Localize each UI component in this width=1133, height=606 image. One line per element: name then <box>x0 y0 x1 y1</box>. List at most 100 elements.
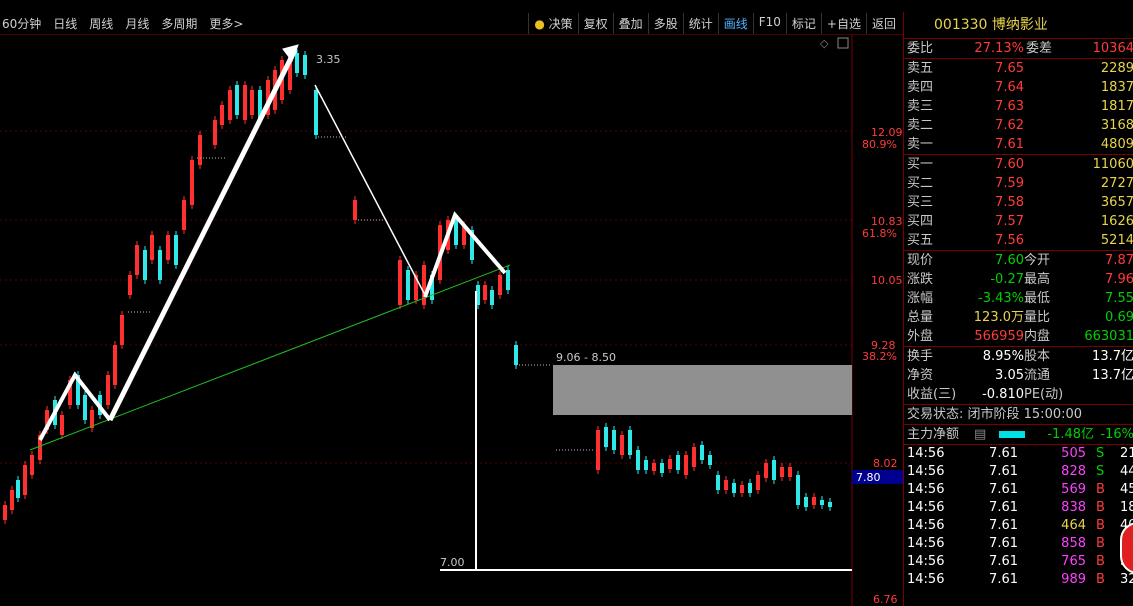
decision-button[interactable]: ● 决策 <box>528 13 577 34</box>
chart-toolbar: 60分钟 日线 周线 月线 多周期 更多> ● 决策 复权 叠加 多股 统计 画… <box>0 12 903 35</box>
tick-row: 14:56 7.61 989 B 32 <box>904 571 1133 589</box>
diamond-icon[interactable]: ◇ <box>820 37 829 50</box>
ask-row: 卖四 7.64 1837 <box>904 78 1133 97</box>
tick-side: B <box>1096 482 1105 497</box>
tick-vol: 569 <box>1061 482 1086 497</box>
axis-pct-0: 80.9% <box>862 138 897 151</box>
tick-vol: 828 <box>1061 464 1086 479</box>
tick-extra: 44 <box>1120 464 1133 479</box>
stat-label-1: 换手 <box>907 349 934 364</box>
tick-side: S <box>1096 446 1105 461</box>
quote-row: 涨幅 -3.43% 最低 7.55 <box>904 289 1133 308</box>
ask-vol: 1817 <box>1100 99 1133 114</box>
trade-status: 交易状态: 闭市阶段 15:00:00 <box>904 404 1133 424</box>
mark-button[interactable]: 标记 <box>785 13 821 34</box>
tick-row: 14:56 7.61 569 B 45 <box>904 481 1133 499</box>
tick-vol: 505 <box>1061 446 1086 461</box>
stat-label-2: 股本 <box>1024 349 1051 364</box>
bulb-icon: ● <box>534 17 545 31</box>
window-icon[interactable] <box>837 37 849 49</box>
stat-label-1: 收益(三) <box>907 387 957 402</box>
bid-vol: 11060 <box>1092 157 1133 172</box>
tick-price: 7.61 <box>989 554 1018 569</box>
bid-label: 买一 <box>907 157 934 172</box>
tick-time: 14:56 <box>907 572 945 587</box>
period-month-button[interactable]: 月线 <box>125 15 149 32</box>
zone-label: 9.06 - 8.50 <box>556 351 616 364</box>
ask-row: 卖一 7.61 4809 <box>904 135 1133 154</box>
high-label: 3.35 <box>316 53 341 66</box>
bid-price: 7.58 <box>995 195 1024 210</box>
add-watchlist-button[interactable]: +自选 <box>820 13 866 34</box>
multi-period-button[interactable]: 多周期 <box>161 15 197 32</box>
tick-row: 14:567.61858B14 <box>904 535 1133 553</box>
ask-label: 卖一 <box>907 137 934 152</box>
tick-price: 7.61 <box>989 464 1018 479</box>
stock-title: 001330 博纳影业 <box>904 12 1133 39</box>
quote-label-1: 总量 <box>907 310 934 325</box>
tick-row: 14:56 7.61 505 S 21 <box>904 445 1133 463</box>
ask-label: 卖五 <box>907 61 934 76</box>
tick-side: B <box>1096 518 1105 533</box>
tick-price: 7.61 <box>989 500 1018 515</box>
draw-button[interactable]: 画线 <box>717 13 753 34</box>
ask-row: 卖五 7.65 2289 <box>904 59 1133 78</box>
bid-price: 7.60 <box>995 157 1024 172</box>
f10-button[interactable]: F10 <box>752 13 786 34</box>
tick-side: B <box>1096 536 1105 551</box>
ask-label: 卖三 <box>907 99 934 114</box>
ask-label: 卖四 <box>907 80 934 95</box>
ask-price: 7.61 <box>995 137 1024 152</box>
bid-price: 7.57 <box>995 214 1024 229</box>
bid-label: 买五 <box>907 233 934 248</box>
low-label: 7.00 <box>440 556 465 569</box>
overlay-button[interactable]: 叠加 <box>612 13 648 34</box>
tick-time: 14:56 <box>907 554 945 569</box>
ask-price: 7.64 <box>995 80 1024 95</box>
grid-icon[interactable]: ▤ <box>974 425 986 444</box>
period-day-button[interactable]: 日线 <box>53 15 77 32</box>
quote-block: 现价 7.60 今开 7.87 涨跌 -0.27 最高 7.96 涨幅 -3.43% 最低 7.55 总… <box>904 250 1133 346</box>
tick-vol: 765 <box>1061 554 1086 569</box>
bid-row: 买五 7.56 5214 <box>904 231 1133 250</box>
ask-row: 卖二 7.62 3168 <box>904 116 1133 135</box>
ask-vol: 1837 <box>1100 80 1133 95</box>
stats-row: 收益(三) -0.810 PE(动) <box>904 385 1133 404</box>
tick-time: 14:56 <box>907 464 945 479</box>
bid-vol: 5214 <box>1100 233 1133 248</box>
stock-code: 001330 <box>934 17 988 33</box>
tick-side: B <box>1096 554 1105 569</box>
quote-row: 现价 7.60 今开 7.87 <box>904 251 1133 270</box>
tick-row: 14:56 7.61 828 S 44 <box>904 463 1133 481</box>
quote-value-2: 7.87 <box>1105 253 1133 268</box>
quote-label-1: 外盘 <box>907 329 934 344</box>
multi-stock-button[interactable]: 多股 <box>647 13 683 34</box>
adjust-button[interactable]: 复权 <box>577 13 613 34</box>
back-button[interactable]: 返回 <box>865 13 901 34</box>
kline-svg: 3.35 7.00 9.06 - 8.50 12.09 80.9% 10.83 … <box>0 35 903 606</box>
tick-price: 7.61 <box>989 518 1018 533</box>
kline-chart[interactable]: 3.35 7.00 9.06 - 8.50 12.09 80.9% 10.83 … <box>0 35 903 606</box>
tick-side: B <box>1096 500 1105 515</box>
tick-vol: 838 <box>1061 500 1086 515</box>
gap-zone <box>553 365 852 415</box>
period-60min-button[interactable]: 60分钟 <box>2 15 41 32</box>
tick-side: S <box>1096 464 1105 479</box>
quote-value-2: 0.69 <box>1105 310 1133 325</box>
stat-label-2: 流通 <box>1024 368 1051 383</box>
stats-button[interactable]: 统计 <box>682 13 718 34</box>
bid-price: 7.56 <box>995 233 1024 248</box>
period-week-button[interactable]: 周线 <box>89 15 113 32</box>
quote-label-1: 现价 <box>907 253 934 268</box>
current-price-text: 7.80 <box>856 471 881 484</box>
bid-row: 买一 7.60 11060 <box>904 155 1133 174</box>
weibi-row: 委比 27.13% 委差 10364 <box>907 41 1133 56</box>
more-button[interactable]: 更多> <box>209 15 243 32</box>
axis-price-4: 8.02 <box>873 457 898 470</box>
bid-vol: 3657 <box>1100 195 1133 210</box>
tick-time: 14:56 <box>907 518 945 533</box>
quote-value-1: 123.0万 <box>973 310 1024 325</box>
tick-price: 7.61 <box>989 572 1018 587</box>
main-flow-row: 主力净额 ▤ -1.48亿 -16% <box>904 424 1133 444</box>
price-axis: 12.09 80.9% 10.83 61.8% 10.05 9.28 38.2%… <box>862 126 903 606</box>
